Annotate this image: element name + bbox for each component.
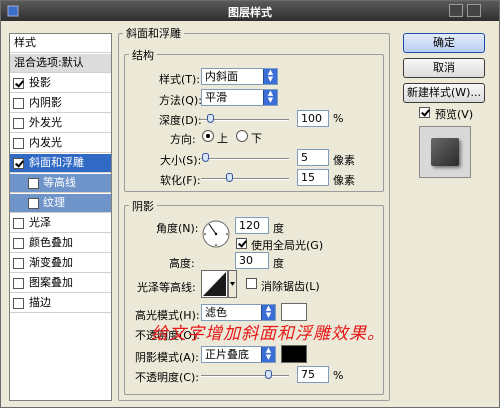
style-label: 样式(T): <box>159 73 201 86</box>
cancel-button[interactable]: 取消 <box>403 58 485 78</box>
style-item-stroke[interactable]: 描边 <box>10 294 111 313</box>
gradient-overlay-checkbox[interactable] <box>13 258 24 269</box>
pattern-overlay-checkbox[interactable] <box>13 278 24 289</box>
style-item-inner-glow[interactable]: 内发光 <box>10 134 111 153</box>
layer-style-dialog: 图层样式 样式 混合选项:默认 投影 内阴影 外发光 内发光 斜面和浮雕 等高线… <box>0 0 500 408</box>
chevron-updown-icon: ▲ ▼ <box>263 90 277 105</box>
shadow-opacity-unit: % <box>333 369 344 382</box>
style-item-texture[interactable]: 纹理 <box>10 194 111 213</box>
global-light-label: 使用全局光(G) <box>251 239 324 252</box>
style-item-bevel-emboss[interactable]: 斜面和浮雕 <box>10 154 111 173</box>
drop-shadow-checkbox[interactable] <box>13 78 24 89</box>
style-item-drop-shadow[interactable]: 投影 <box>10 74 111 93</box>
window-title: 图层样式 <box>228 6 272 19</box>
depth-unit: % <box>333 112 344 125</box>
altitude-input[interactable]: 30 <box>235 252 269 269</box>
shadow-opacity-input[interactable]: 75 <box>297 366 329 383</box>
preview-label: 预览(V) <box>435 108 474 121</box>
angle-unit: 度 <box>273 222 284 235</box>
structure-title: 结构 <box>129 47 157 63</box>
gloss-contour-label: 光泽等高线: <box>137 281 196 294</box>
shadow-mode-select[interactable]: 正片叠底 ▲ ▼ <box>201 346 276 363</box>
shadow-opacity-label: 不透明度(C): <box>135 371 199 384</box>
gloss-contour-picker[interactable] <box>201 270 237 298</box>
angle-dial-icon[interactable] <box>201 219 231 249</box>
new-style-button[interactable]: 新建样式(W)... <box>403 83 485 103</box>
style-item-pattern-overlay[interactable]: 图案叠加 <box>10 274 111 293</box>
preview-checkbox[interactable] <box>419 107 430 118</box>
styles-header[interactable]: 样式 <box>10 34 111 53</box>
bevel-emboss-checkbox[interactable] <box>13 158 24 169</box>
size-slider-thumb[interactable] <box>202 153 209 162</box>
chevron-updown-icon: ▲ ▼ <box>261 347 275 362</box>
global-light-checkbox[interactable] <box>236 238 247 249</box>
anti-alias-label: 消除锯齿(L) <box>261 280 320 293</box>
depth-slider[interactable] <box>201 114 289 123</box>
annotation-text: 给文字增加斜面和浮雕效果。 <box>151 324 385 344</box>
shadow-color-swatch[interactable] <box>281 345 307 363</box>
style-item-color-overlay[interactable]: 颜色叠加 <box>10 234 111 253</box>
minimize-icon[interactable] <box>449 4 463 17</box>
direction-up-radio[interactable] <box>202 130 214 142</box>
direction-up-label: 上 <box>217 132 228 145</box>
angle-input[interactable]: 120 <box>235 217 269 234</box>
soften-input[interactable]: 15 <box>297 169 329 186</box>
style-item-gradient-overlay[interactable]: 渐变叠加 <box>10 254 111 273</box>
stroke-checkbox[interactable] <box>13 298 24 309</box>
anti-alias-checkbox[interactable] <box>246 278 257 289</box>
style-preview-box <box>419 126 471 178</box>
style-item-outer-glow[interactable]: 外发光 <box>10 114 111 133</box>
direction-down-label: 下 <box>251 132 262 145</box>
soften-slider-thumb[interactable] <box>226 173 233 182</box>
method-select[interactable]: 平滑 ▲ ▼ <box>201 89 278 106</box>
soften-unit: 像素 <box>333 174 355 187</box>
shadow-mode-label: 阴影模式(A): <box>135 351 199 364</box>
depth-label: 深度(D): <box>159 114 202 127</box>
altitude-label: 高度: <box>169 257 195 270</box>
close-icon[interactable] <box>467 4 481 17</box>
altitude-unit: 度 <box>273 257 284 270</box>
inner-glow-checkbox[interactable] <box>13 138 24 149</box>
shadow-opacity-slider[interactable] <box>201 370 289 379</box>
style-select[interactable]: 内斜面 ▲ ▼ <box>201 68 278 85</box>
size-input[interactable]: 5 <box>297 149 329 166</box>
angle-label: 角度(N): <box>156 222 199 235</box>
texture-checkbox[interactable] <box>28 198 39 209</box>
blend-options-default[interactable]: 混合选项:默认 <box>10 54 111 73</box>
size-label: 大小(S): <box>160 154 202 167</box>
style-item-contour[interactable]: 等高线 <box>10 174 111 193</box>
method-label: 方法(Q): <box>159 94 202 107</box>
depth-slider-thumb[interactable] <box>207 114 214 123</box>
chevron-updown-icon: ▲ ▼ <box>263 69 277 84</box>
direction-label: 方向: <box>170 133 196 146</box>
style-item-satin[interactable]: 光泽 <box>10 214 111 233</box>
shadow-opacity-thumb[interactable] <box>265 370 272 379</box>
size-unit: 像素 <box>333 154 355 167</box>
size-slider[interactable] <box>201 153 289 162</box>
outer-glow-checkbox[interactable] <box>13 118 24 129</box>
chevron-updown-icon: ▲ ▼ <box>261 305 275 320</box>
preview-swatch <box>431 138 459 166</box>
inner-shadow-checkbox[interactable] <box>13 98 24 109</box>
satin-checkbox[interactable] <box>13 218 24 229</box>
direction-down-radio[interactable] <box>236 130 248 142</box>
contour-checkbox[interactable] <box>28 178 39 189</box>
style-item-inner-shadow[interactable]: 内阴影 <box>10 94 111 113</box>
depth-input[interactable]: 100 <box>297 110 329 127</box>
ok-button[interactable]: 确定 <box>403 33 485 53</box>
color-overlay-checkbox[interactable] <box>13 238 24 249</box>
title-bar[interactable]: 图层样式 <box>1 1 499 21</box>
shading-title: 阴影 <box>129 198 157 214</box>
styles-list: 样式 混合选项:默认 投影 内阴影 外发光 内发光 斜面和浮雕 等高线 纹理 光… <box>9 33 112 401</box>
soften-slider[interactable] <box>201 173 289 182</box>
soften-label: 软化(F): <box>160 174 201 187</box>
bevel-emboss-title: 斜面和浮雕 <box>123 25 184 41</box>
